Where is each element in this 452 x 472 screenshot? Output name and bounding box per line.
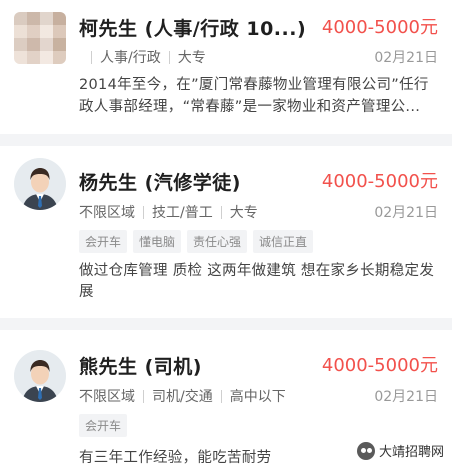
wechat-icon [356,441,375,460]
person-avatar-icon [14,350,66,402]
meta-item: 司机/交通 [152,389,213,405]
salary: 4000-5000元 [321,17,438,38]
watermark-text: 大靖招聘网 [378,445,444,460]
post-date: 02月21日 [374,389,438,405]
post-date: 02月21日 [374,50,438,66]
meta-separator [168,50,170,64]
meta-separator [143,389,144,403]
candidate-meta: 人事/行政 大专 [79,47,206,67]
candidate-meta: 不限区域 司机/交通 高中以下 [79,386,286,406]
post-date: 02月21日 [374,205,438,221]
description-line: 有三年工作经验，能吃苦耐劳 [79,450,272,466]
salary: 4000-5000元 [321,355,438,376]
meta-item: 高中以下 [229,389,286,405]
candidate-meta: 不限区域 技工/普工 大专 [79,202,258,222]
skill-tag: 诚信正直 [253,230,314,253]
watermark: 大靖招聘网 [356,441,444,460]
skill-tag: 会开车 [79,230,128,253]
candidate-name: 柯先生 (人事/行政 10...) [79,18,307,40]
resume-card[interactable]: 柯先生 (人事/行政 10...) 4000-5000元 人事/行政 大专 02… [0,0,452,134]
candidate-name: 杨先生 (汽修学徒) [79,172,241,194]
avatar [14,350,66,402]
meta-separator [91,50,92,64]
meta-item: 大专 [229,205,258,221]
meta-item: 不限区域 [79,205,135,221]
resume-card[interactable]: 杨先生 (汽修学徒) 4000-5000元 不限区域 技工/普工 大专 02月2… [0,146,452,318]
skill-tags: 会开车 懂电脑 责任心强 诚信正直 [79,230,314,253]
description-line: 政人事部经理，“常春藤”是一家物业和资产管理公... [79,99,421,115]
meta-item: 人事/行政 [100,50,161,66]
meta-separator [220,389,222,403]
description-line: 做过仓库管理 质检 这两年做建筑 想在家乡长期稳定发 [79,263,435,279]
avatar [14,158,66,210]
meta-item: 大专 [177,50,206,66]
avatar [14,12,66,64]
description-line: 展 [79,284,94,300]
candidate-name: 熊先生 (司机) [79,356,202,378]
meta-separator [143,205,144,219]
description-line: 2014年至今，在”厦门常春藤物业管理有限公司”任行 [79,77,429,93]
person-avatar-icon [14,158,66,210]
skill-tags: 会开车 [79,414,128,437]
skill-tag: 会开车 [79,414,128,437]
skill-tag: 责任心强 [187,230,248,253]
salary: 4000-5000元 [321,171,438,192]
meta-item: 技工/普工 [152,205,213,221]
skill-tag: 懂电脑 [133,230,182,253]
meta-item: 不限区域 [79,389,135,405]
meta-separator [220,205,222,219]
